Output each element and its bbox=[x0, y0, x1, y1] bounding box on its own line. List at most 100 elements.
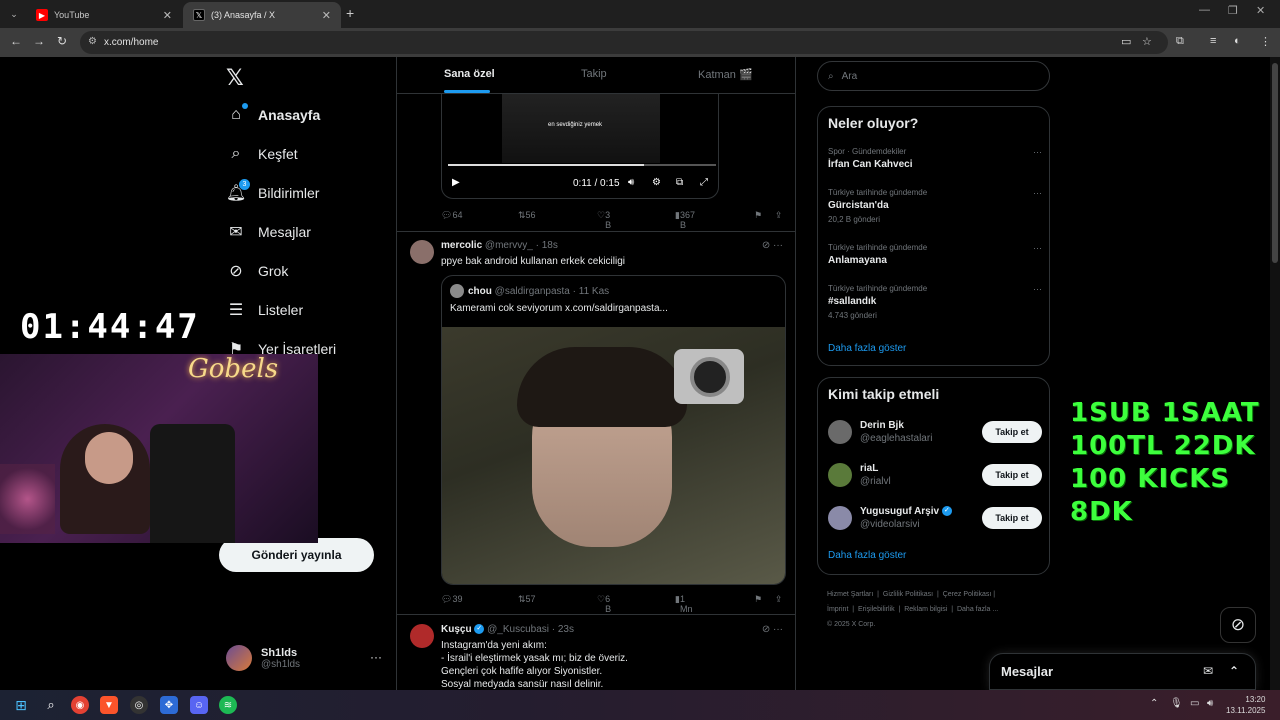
obs-icon[interactable]: ◎ bbox=[130, 696, 148, 714]
steam-icon[interactable]: ✥ bbox=[160, 696, 178, 714]
avatar[interactable] bbox=[410, 624, 434, 648]
search-icon[interactable]: ⌕ bbox=[42, 696, 60, 714]
share-button[interactable]: ⇪ bbox=[775, 210, 783, 221]
author-name[interactable]: Kuşçu bbox=[441, 624, 472, 635]
forward-icon[interactable]: → bbox=[33, 34, 45, 48]
settings-icon[interactable]: ⚙ bbox=[652, 177, 661, 188]
tab-katman[interactable]: Katman 🎬 bbox=[698, 68, 753, 81]
more-icon[interactable]: ⊘ ··· bbox=[762, 240, 783, 251]
follow-suggestion[interactable]: Yugusuguf Arşiv ✓ @videolarsivi Takip et bbox=[828, 502, 1042, 534]
reload-icon[interactable]: ↻ bbox=[57, 34, 67, 48]
repost-button[interactable]: ⇅ 56 bbox=[518, 210, 536, 221]
menu-icon[interactable]: ⋮ bbox=[1260, 35, 1271, 48]
post-button[interactable]: Gönderi yayınla bbox=[219, 538, 374, 572]
like-button[interactable]: ♡ 3 B bbox=[597, 210, 611, 230]
messages-dock[interactable]: Mesajlar ✉ ⌃ bbox=[989, 653, 1256, 690]
video-progress[interactable] bbox=[448, 164, 716, 166]
extensions-icon[interactable]: ⧉ bbox=[1176, 35, 1184, 48]
footer-link[interactable]: Daha fazla ... bbox=[957, 606, 998, 613]
bookmark-button[interactable]: ⚑ bbox=[754, 210, 762, 221]
views-button[interactable]: ▮ 367 B bbox=[675, 210, 695, 230]
post-time[interactable]: · 18s bbox=[536, 240, 558, 251]
minimize-icon[interactable]: — bbox=[1199, 4, 1210, 16]
trends-show-more-link[interactable]: Daha fazla göster bbox=[828, 343, 906, 354]
search-input[interactable]: ⌕ Ara bbox=[817, 61, 1050, 91]
tray-overflow-icon[interactable]: ⌃ bbox=[1150, 698, 1158, 709]
tab-for-you[interactable]: Sana özel bbox=[444, 68, 495, 80]
more-icon[interactable]: ··· bbox=[1033, 147, 1042, 157]
brave-icon[interactable]: ▼ bbox=[100, 696, 118, 714]
sidebar-item-lists[interactable]: ☰ Listeler bbox=[226, 295, 303, 325]
chrome-icon[interactable]: ◉ bbox=[71, 696, 89, 714]
trend-item[interactable]: Türkiye tarihinde gündemde Gürcistan'da … bbox=[828, 188, 1042, 224]
volume-icon[interactable]: 🔊︎ bbox=[1207, 698, 1213, 709]
browser-tab-youtube[interactable]: ▶ YouTube ✕ bbox=[26, 2, 182, 28]
back-icon[interactable]: ← bbox=[10, 34, 22, 48]
x-logo-icon[interactable]: 𝕏 bbox=[226, 65, 244, 91]
network-icon[interactable]: ▭ bbox=[1190, 698, 1199, 709]
follow-button[interactable]: Takip et bbox=[982, 464, 1042, 486]
account-switcher[interactable]: Sh1lds @sh1lds ··· bbox=[226, 642, 386, 674]
volume-icon[interactable]: 🔊︎ bbox=[628, 177, 634, 188]
follow-suggestion[interactable]: riaL @rialvl Takip et bbox=[828, 459, 1042, 491]
footer-link[interactable]: Erişilebilirlik bbox=[858, 606, 895, 613]
windows-start-icon[interactable]: ⊞ bbox=[12, 696, 30, 714]
more-icon[interactable]: ··· bbox=[1033, 243, 1042, 253]
author-handle[interactable]: @_Kuscubasi bbox=[487, 624, 549, 635]
taskbar-clock[interactable]: 13:20 13.11.2025 bbox=[1226, 694, 1265, 716]
quoted-post[interactable]: chou @saldirganpasta · 11 Kas Kamerami c… bbox=[441, 275, 786, 585]
video-player[interactable]: en sevdiğiniz yemek ▶ 0:11 / 0:15 🔊︎ ⚙ ⧉… bbox=[441, 93, 719, 199]
who-show-more-link[interactable]: Daha fazla göster bbox=[828, 550, 906, 561]
bookmark-button[interactable]: ⚑ bbox=[754, 594, 762, 605]
fullscreen-icon[interactable]: ⤢ bbox=[700, 177, 708, 188]
site-info-icon[interactable]: ⚙ bbox=[88, 36, 97, 47]
expand-icon[interactable]: ⌃ bbox=[1229, 664, 1239, 678]
sidebar-item-home[interactable]: ⌂ Anasayfa bbox=[226, 100, 320, 130]
footer-link[interactable]: Çerez Politikası bbox=[943, 591, 992, 598]
spotify-icon[interactable]: ≋ bbox=[219, 696, 237, 714]
follow-button[interactable]: Takip et bbox=[982, 421, 1042, 443]
address-bar[interactable]: ⚙ x.com/home bbox=[80, 31, 1168, 54]
more-icon[interactable]: ⊘ ··· bbox=[762, 624, 783, 635]
trend-item[interactable]: Türkiye tarihinde gündemde #sallandık 4.… bbox=[828, 284, 1042, 320]
sidebar-item-messages[interactable]: ✉ Mesajlar bbox=[226, 217, 311, 247]
more-icon[interactable]: ··· bbox=[370, 650, 382, 664]
views-button[interactable]: ▮ 1 Mn bbox=[675, 594, 692, 614]
sidebar-item-grok[interactable]: ⊘ Grok bbox=[226, 256, 288, 286]
like-button[interactable]: ♡ 6 B bbox=[597, 594, 611, 614]
trend-item[interactable]: Türkiye tarihinde gündemde Anlamayana ··… bbox=[828, 243, 1042, 266]
footer-link[interactable]: Hizmet Şartları bbox=[827, 591, 873, 598]
close-window-icon[interactable]: ✕ bbox=[1256, 4, 1265, 17]
tab-following[interactable]: Takip bbox=[581, 68, 607, 80]
media-icon[interactable]: ≡ bbox=[1210, 35, 1216, 47]
avatar[interactable] bbox=[410, 240, 434, 264]
more-icon[interactable]: ··· bbox=[1033, 188, 1042, 198]
repost-button[interactable]: ⇅ 57 bbox=[518, 594, 536, 605]
reply-button[interactable]: 💬︎ 64 bbox=[441, 210, 462, 221]
sidebar-item-notifications[interactable]: 🔔︎ 3 Bildirimler bbox=[226, 178, 319, 208]
close-tab-icon[interactable]: ✕ bbox=[322, 9, 331, 22]
grok-float-button[interactable]: ⊘ bbox=[1220, 607, 1256, 643]
play-icon[interactable]: ▶ bbox=[452, 177, 460, 188]
author-name[interactable]: mercolic bbox=[441, 240, 482, 251]
compose-message-icon[interactable]: ✉ bbox=[1203, 664, 1213, 678]
follow-button[interactable]: Takip et bbox=[982, 507, 1042, 529]
profile-icon[interactable]: ◐ bbox=[1234, 35, 1241, 47]
restore-icon[interactable]: ❐ bbox=[1228, 4, 1238, 17]
author-handle[interactable]: @mervvy_ bbox=[485, 240, 533, 251]
reply-button[interactable]: 💬︎ 39 bbox=[441, 594, 462, 605]
trend-item[interactable]: Spor · Gündemdekiler İrfan Can Kahveci ·… bbox=[828, 147, 1042, 170]
follow-suggestion[interactable]: Derin Bjk @eaglehastalari Takip et bbox=[828, 416, 1042, 448]
new-tab-button[interactable]: + bbox=[346, 5, 354, 21]
tab-search-icon[interactable]: ⌄ bbox=[6, 6, 22, 22]
browser-tab-x[interactable]: 𝕏 (3) Anasayfa / X ✕ bbox=[183, 2, 341, 28]
microphone-icon[interactable]: 🎙︎ bbox=[1170, 698, 1183, 709]
footer-link[interactable]: Gizlilik Politikası bbox=[883, 591, 933, 598]
more-icon[interactable]: ··· bbox=[1033, 284, 1042, 294]
sidebar-item-explore[interactable]: ⌕ Keşfet bbox=[226, 139, 298, 169]
cast-icon[interactable]: ▭ bbox=[1121, 35, 1131, 48]
pip-icon[interactable]: ⧉ bbox=[676, 177, 683, 188]
bookmark-star-icon[interactable]: ☆ bbox=[1142, 35, 1152, 48]
close-tab-icon[interactable]: ✕ bbox=[163, 9, 172, 22]
quote-photo[interactable] bbox=[442, 327, 785, 584]
